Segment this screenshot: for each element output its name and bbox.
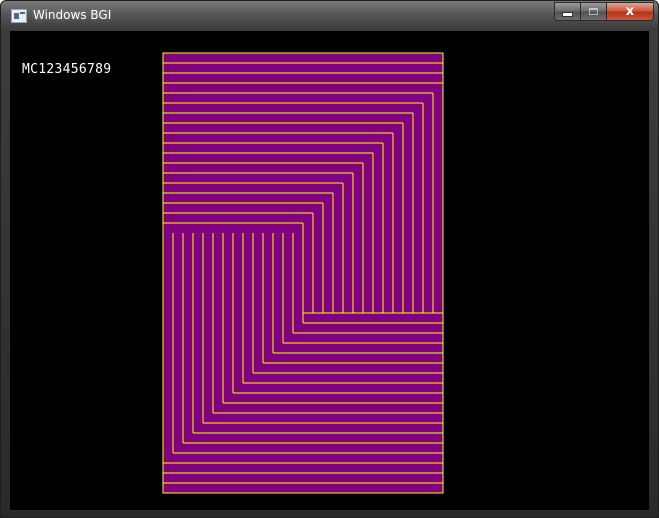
maximize-icon (589, 8, 598, 15)
maximize-button[interactable] (581, 2, 607, 21)
close-button[interactable]: x (607, 2, 654, 21)
bgi-drawing-area: MC123456789 (10, 31, 649, 510)
minimize-icon (562, 11, 573, 17)
window-title: Windows BGI (33, 8, 112, 22)
window-controls: x (554, 2, 654, 22)
line-pattern (162, 52, 444, 494)
title-bar[interactable]: Windows BGI x (1, 1, 658, 31)
app-window: Windows BGI x MC123456789 (0, 0, 659, 518)
id-label: MC123456789 (22, 62, 112, 77)
close-icon: x (625, 4, 635, 19)
app-window-icon[interactable] (11, 9, 27, 23)
pattern-canvas (162, 52, 444, 494)
minimize-button[interactable] (554, 2, 581, 21)
